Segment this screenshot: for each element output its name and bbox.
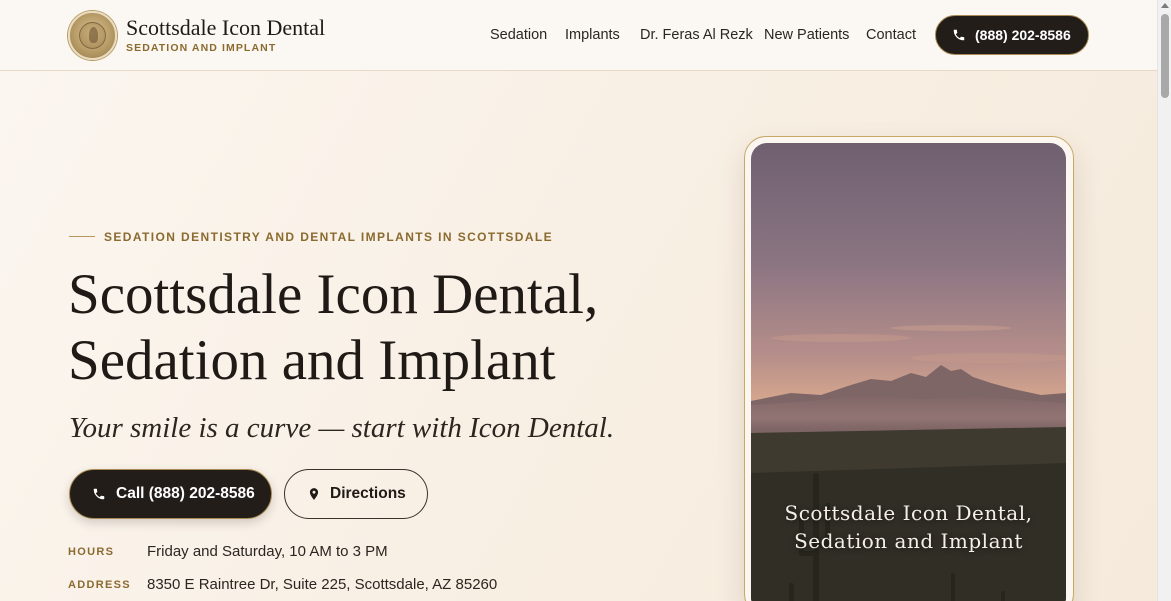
hero-title-line1: Scottsdale Icon Dental,	[68, 263, 599, 326]
scrollbar-thumb[interactable]	[1161, 14, 1169, 98]
call-button[interactable]: Call (888) 202-8586	[69, 469, 272, 519]
hours-label: HOURS	[68, 546, 115, 558]
eyebrow-divider	[69, 236, 95, 237]
header-call-button[interactable]: (888) 202-8586	[935, 15, 1089, 55]
hero-title-line2: Sedation and Implant	[68, 329, 556, 392]
page-scrollbar[interactable]	[1157, 0, 1171, 601]
directions-button[interactable]: Directions	[284, 469, 428, 519]
nav-item-doctor[interactable]: Dr. Feras Al Rezk	[640, 27, 753, 43]
nav-item-sedation[interactable]: Sedation	[490, 27, 547, 43]
hero-title: Scottsdale Icon Dental, Sedation and Imp…	[68, 262, 708, 394]
hours-value: Friday and Saturday, 10 AM to 3 PM	[147, 543, 388, 560]
map-pin-icon	[309, 488, 319, 500]
image-caption-line2: Sedation and Implant	[794, 529, 1023, 553]
hero-tagline: Your smile is a curve — start with Icon …	[69, 412, 615, 444]
phone-icon	[93, 488, 105, 500]
image-caption-line1: Scottsdale Icon Dental,	[784, 501, 1033, 525]
header-call-label: (888) 202-8586	[975, 27, 1071, 43]
scroll-up-arrow-icon[interactable]	[1161, 3, 1169, 8]
address-value: 8350 E Raintree Dr, Suite 225, Scottsdal…	[147, 576, 498, 593]
image-caption: Scottsdale Icon Dental, Sedation and Imp…	[751, 499, 1066, 555]
nav-item-new-patients[interactable]: New Patients	[764, 27, 849, 43]
call-button-label: Call (888) 202-8586	[116, 485, 255, 502]
address-label: ADDRESS	[68, 579, 131, 591]
phone-icon	[953, 29, 965, 41]
nav-item-implants[interactable]: Implants	[565, 27, 620, 43]
hero-eyebrow: SEDATION DENTISTRY AND DENTAL IMPLANTS I…	[104, 230, 554, 244]
directions-button-label: Directions	[330, 485, 406, 502]
nav-item-contact[interactable]: Contact	[866, 27, 916, 43]
site-header: Scottsdale Icon Dental SEDATION AND IMPL…	[0, 0, 1157, 71]
